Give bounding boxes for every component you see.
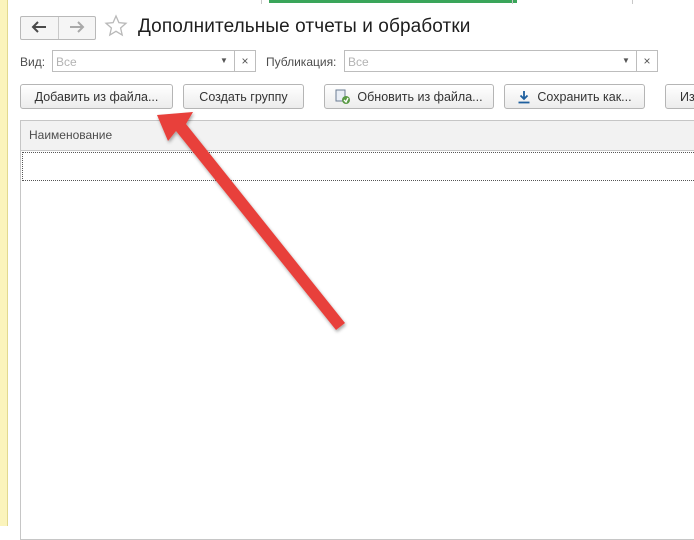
red-arrow-icon [157, 112, 345, 330]
annotation-arrow [157, 112, 345, 330]
